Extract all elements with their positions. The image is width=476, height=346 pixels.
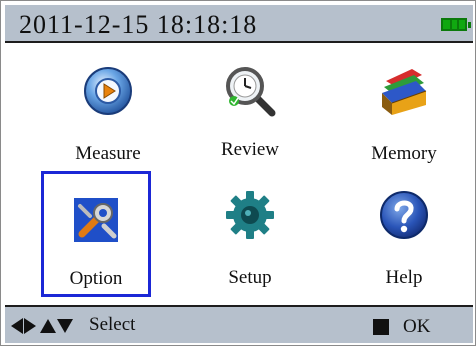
menu-item-label: Review [220, 139, 280, 160]
footer-bar: Select OK [5, 305, 473, 343]
ok-hint: OK [403, 316, 431, 337]
menu-item-memory[interactable]: Memory [349, 47, 459, 171]
main-menu: Measure Review Memory Option Setup Help [5, 45, 473, 303]
menu-item-setup[interactable]: Setup [195, 171, 305, 295]
menu-item-label: Help [385, 267, 423, 288]
menu-item-option[interactable]: Option [41, 171, 151, 297]
arrow-up-icon [40, 319, 56, 333]
menu-item-label: Option [69, 268, 123, 289]
gear-icon [226, 191, 274, 239]
menu-item-label: Memory [371, 143, 437, 164]
question-icon [380, 191, 428, 239]
device-screen: 2011-12-15 18:18:18 Measure Review Memor… [0, 0, 476, 346]
menu-item-label: Measure [75, 143, 141, 164]
datetime-display: 2011-12-15 18:18:18 [19, 10, 258, 39]
measure-disc-icon [84, 67, 132, 115]
menu-item-help[interactable]: Help [349, 171, 459, 295]
magnifier-clock-icon [226, 67, 276, 117]
menu-item-measure[interactable]: Measure [53, 47, 163, 171]
arrow-keys-icon [11, 317, 73, 335]
menu-item-review[interactable]: Review [195, 47, 305, 171]
menu-item-label: Setup [228, 267, 272, 288]
arrow-down-icon [57, 319, 73, 333]
arrow-right-icon [24, 318, 36, 334]
arrow-left-icon [11, 318, 23, 334]
status-bar: 2011-12-15 18:18:18 [5, 5, 473, 43]
battery-full-icon [441, 18, 471, 31]
square-key-icon [373, 319, 389, 335]
select-hint: Select [89, 314, 136, 335]
wrench-tools-icon [74, 198, 118, 242]
memory-folders-icon [382, 69, 427, 115]
